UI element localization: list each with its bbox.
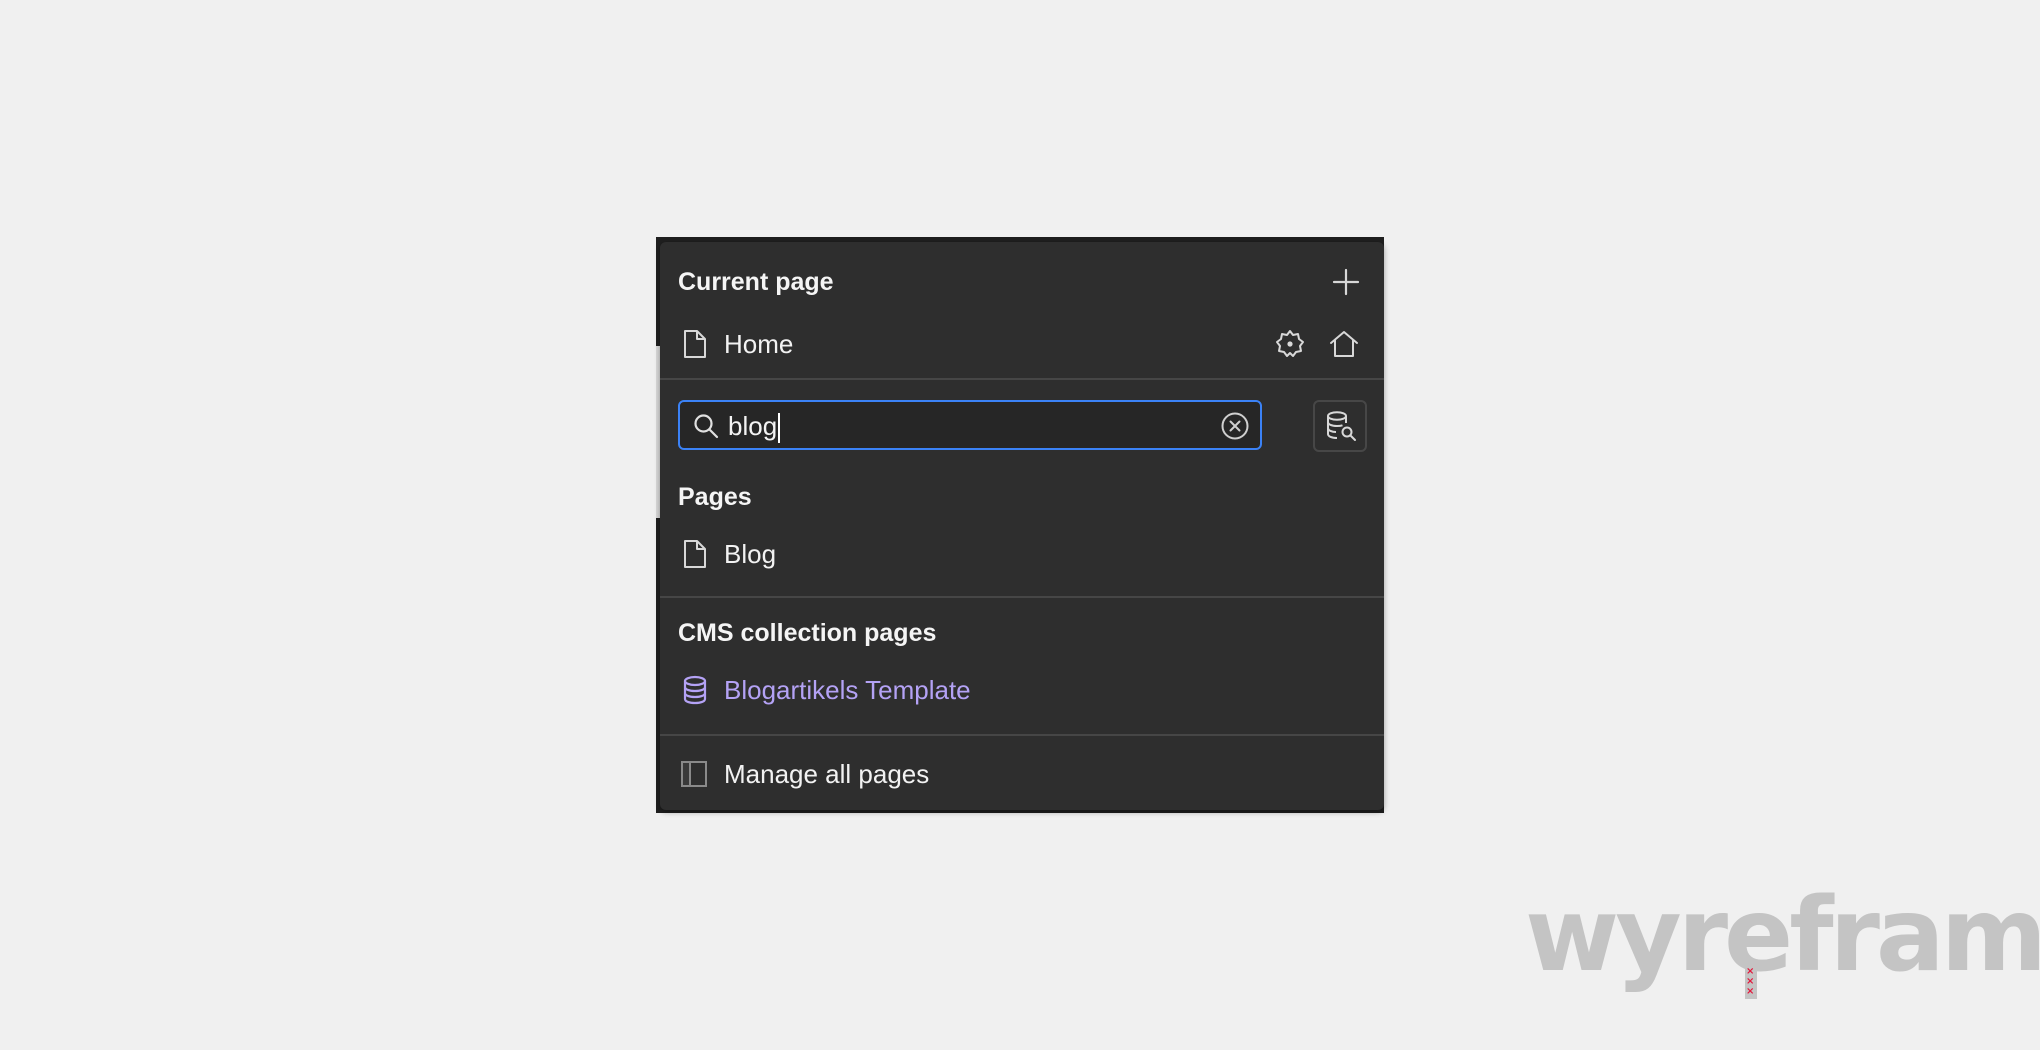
panel-icon [680, 760, 708, 788]
current-page-label: Home [724, 328, 794, 359]
clear-icon[interactable] [1220, 411, 1250, 441]
database-search-icon [1324, 409, 1358, 443]
cms-section-title: CMS collection pages [678, 618, 937, 647]
cms-section-header: CMS collection pages [660, 614, 1384, 652]
list-item[interactable]: Blog [660, 532, 1384, 576]
page-icon [682, 539, 708, 569]
list-item[interactable]: Blogartikels Template [660, 668, 1384, 712]
divider [660, 734, 1384, 736]
plus-icon[interactable] [1328, 264, 1364, 300]
text-caret [778, 413, 781, 444]
home-icon[interactable] [1326, 326, 1362, 362]
manage-all-pages-button[interactable]: Manage all pages [660, 752, 1384, 796]
manage-all-pages-label: Manage all pages [724, 758, 930, 789]
gear-icon[interactable] [1272, 326, 1308, 362]
cms-search-button[interactable] [1313, 400, 1367, 452]
divider [660, 378, 1384, 380]
divider [660, 596, 1384, 598]
list-item-label: Blog [724, 538, 777, 569]
search-icon [692, 412, 720, 440]
database-icon [682, 675, 708, 705]
page-icon [682, 329, 708, 359]
pages-section-title: Pages [678, 482, 752, 511]
search-value: blog [728, 410, 781, 444]
pages-section-header: Pages [660, 478, 1384, 516]
current-page-header: Current page [660, 262, 1384, 302]
logo-accent-mark: × × × [1745, 965, 1757, 999]
current-page-title: Current page [678, 267, 834, 296]
pages-dropdown-panel: Current page Home blog Pages Blog CMS co… [660, 242, 1384, 810]
list-item-label: Blogartikels Template [724, 674, 971, 705]
wyreframe-logo: wyreframe ××× [1525, 876, 2040, 999]
search-input[interactable]: blog [678, 400, 1262, 450]
